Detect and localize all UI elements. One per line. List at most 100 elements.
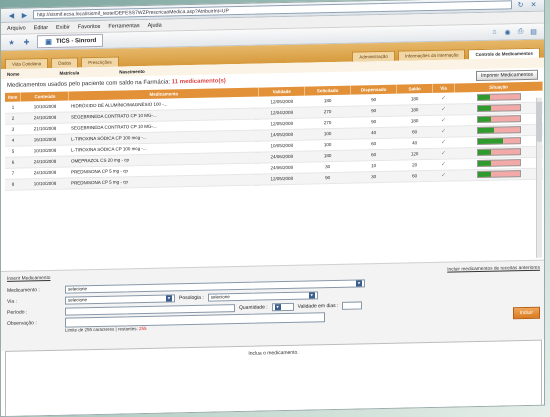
print-medications-button[interactable]: Imprimir Medicamentos <box>476 69 538 82</box>
stock-level-bar <box>476 115 521 124</box>
menu-item-3[interactable]: Favoritos <box>78 23 101 29</box>
quantidade-label: Quantidade : <box>239 303 268 311</box>
check-icon[interactable]: ✓ <box>441 107 446 113</box>
scrollbar-thumb[interactable] <box>537 101 542 142</box>
star-icon[interactable]: ★ <box>7 38 16 47</box>
refresh-icon[interactable]: ↻ <box>516 0 525 9</box>
tab-title-text: TICS - Sinrord <box>56 37 97 45</box>
check-icon[interactable]: ✓ <box>441 95 446 101</box>
tab-administracao[interactable]: Administração <box>352 50 395 62</box>
quantidade-select[interactable]: ▼ <box>271 302 294 311</box>
stop-icon[interactable]: ✕ <box>529 0 538 9</box>
cell-saldo: 20 <box>396 158 433 171</box>
cell-via[interactable]: ✓ <box>432 147 455 159</box>
cell-saldo: 40 <box>396 136 433 149</box>
section-title-prefix: Medicamentos usados pelo paciente com sa… <box>7 79 171 89</box>
medications-table: Item Conteúdo Medicamento Validade Solic… <box>5 81 543 191</box>
cell-item: 1 <box>5 101 21 113</box>
table-scrollbar[interactable] <box>536 97 542 258</box>
label-nome: Nome <box>7 71 20 77</box>
home-icon[interactable]: ⌂ <box>490 28 499 37</box>
cell-conteudo: 10/10/2008 <box>20 177 69 190</box>
check-icon[interactable]: ✓ <box>441 129 446 135</box>
message-panel: Inclua o medicamento. <box>5 339 542 417</box>
cell-via[interactable]: ✓ <box>432 158 455 170</box>
char-limit-count: 255 <box>138 325 147 332</box>
tab-controle-medicamentos[interactable]: Controle de Medicamentos <box>468 47 540 60</box>
col-item[interactable]: Item <box>5 92 21 102</box>
command-bar: ⌂ ◉ ⎙ ▤ <box>490 27 538 37</box>
section-title: Medicamentos usados pelo paciente com sa… <box>7 78 226 89</box>
stock-level-bar <box>476 126 521 135</box>
stock-level-bar <box>476 170 521 179</box>
cell-saldo: 120 <box>396 147 433 160</box>
menu-item-2[interactable]: Exibir <box>56 24 70 30</box>
tab-informacoes-internacao[interactable]: Informações da Internação <box>397 49 466 61</box>
check-icon[interactable]: ✓ <box>441 162 446 168</box>
validade-label: Validade em dias : <box>297 302 339 310</box>
cell-situacao <box>454 167 543 181</box>
page-menu-icon[interactable]: ▤ <box>529 27 538 36</box>
previous-prescriptions-link[interactable]: Incluir medicamentos de receitas anterio… <box>447 266 540 273</box>
cell-via[interactable]: ✓ <box>432 92 455 104</box>
cell-via[interactable]: ✓ <box>432 103 455 115</box>
cell-validade: 12/05/2008 <box>258 172 305 185</box>
stock-level-fill <box>477 94 491 100</box>
menu-item-0[interactable]: Arquivo <box>7 25 26 31</box>
cell-saldo: 180 <box>396 92 433 105</box>
stock-level-fill <box>477 116 492 122</box>
posologia-select[interactable]: selecione ▼ <box>207 290 318 302</box>
posologia-select-value: selecione <box>210 294 230 300</box>
cell-via[interactable]: ✓ <box>432 125 455 137</box>
tab-current[interactable]: ▣ TICS - Sinrord <box>37 33 104 49</box>
tab-dados[interactable]: Dados <box>51 57 79 68</box>
label-matricula: Matrícula <box>59 69 80 76</box>
via-select-value: selecione <box>68 297 88 303</box>
stock-level-fill <box>477 160 492 166</box>
print-icon[interactable]: ⎙ <box>516 27 525 36</box>
label-nascimento: Nascimento <box>119 68 145 75</box>
insert-medication-form: Inserir Medicamento Incluir medicamentos… <box>1 259 545 351</box>
validade-input[interactable] <box>342 300 363 310</box>
periodo-label: Período : <box>7 308 28 316</box>
menu-item-5[interactable]: Ajuda <box>148 22 162 28</box>
feeds-icon[interactable]: ◉ <box>503 27 512 36</box>
check-icon[interactable]: ✓ <box>441 140 446 146</box>
cell-item: 3 <box>5 123 21 135</box>
cell-saldo: 180 <box>396 103 433 116</box>
cell-item: 4 <box>5 134 21 146</box>
menu-item-1[interactable]: Editar <box>34 24 48 30</box>
via-label: Via : <box>7 298 17 305</box>
add-medication-button[interactable]: Incluir <box>512 306 540 319</box>
forward-icon[interactable]: ▶ <box>20 10 29 19</box>
tab-prescricoes[interactable]: Prescrições <box>81 56 119 68</box>
form-legend: Inserir Medicamento <box>7 275 51 282</box>
back-icon[interactable]: ◀ <box>7 11 16 20</box>
add-favorite-icon[interactable]: ✚ <box>22 37 31 46</box>
cell-via[interactable]: ✓ <box>432 169 455 181</box>
via-select[interactable]: selecione ▼ <box>65 293 175 305</box>
col-via[interactable]: Via <box>432 83 455 93</box>
tab-vida-cotidiana[interactable]: Vida Cotidiana <box>5 57 49 69</box>
cell-item: 7 <box>5 167 21 179</box>
cell-item: 6 <box>5 156 21 168</box>
stock-level-bar <box>476 92 521 101</box>
stock-level-fill <box>477 149 492 155</box>
check-icon[interactable]: ✓ <box>441 151 446 157</box>
medicamento-label: Medicamento : <box>7 286 40 294</box>
cell-item: 8 <box>5 178 21 190</box>
cell-via[interactable]: ✓ <box>432 136 455 148</box>
cell-item: 5 <box>5 145 21 157</box>
menu-item-4[interactable]: Ferramentas <box>108 23 139 30</box>
stock-level-bar <box>476 148 521 157</box>
stock-level-fill <box>477 138 503 144</box>
chevron-down-icon: ▼ <box>166 294 172 302</box>
check-icon[interactable]: ✓ <box>441 173 446 179</box>
cell-dispensado: 30 <box>350 170 397 183</box>
stock-level-fill <box>477 171 492 177</box>
cell-via[interactable]: ✓ <box>432 114 455 126</box>
stock-level-bar <box>476 104 521 113</box>
medication-count: 11 medicamento(s) <box>171 78 226 86</box>
cell-saldo: 180 <box>396 114 433 127</box>
check-icon[interactable]: ✓ <box>441 118 446 124</box>
